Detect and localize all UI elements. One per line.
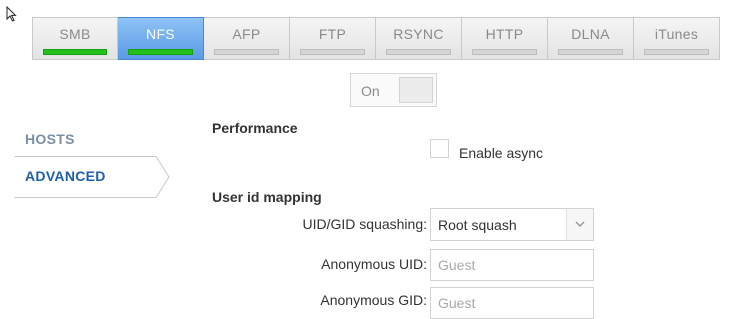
tab-label: FTP [318,26,347,42]
enable-async-label[interactable]: Enable async [459,145,543,161]
tab-label: AFP [232,26,261,42]
tab-afp[interactable]: AFP [204,17,290,60]
sidebar-item-hosts[interactable]: HOSTS [25,131,75,147]
uid-gid-squashing-label: UID/GID squashing: [302,216,428,232]
tab-label: RSYNC [393,26,444,42]
sidebar-item-label: ADVANCED [25,168,106,184]
status-indicator [644,49,709,55]
chevron-down-icon [575,221,585,228]
tab-label: SMB [59,26,91,42]
protocol-tabs: SMB NFS AFP FTP RSYNC HTTP DLNA iTunes [32,17,720,60]
tab-rsync[interactable]: RSYNC [376,17,462,60]
tab-label: NFS [146,26,175,42]
user-id-mapping-heading: User id mapping [212,189,322,205]
anonymous-uid-input[interactable] [430,249,594,281]
tab-smb[interactable]: SMB [32,17,118,60]
status-indicator [558,49,623,55]
tab-itunes[interactable]: iTunes [634,17,720,60]
anonymous-uid-label: Anonymous UID: [321,256,427,272]
tab-label: HTTP [485,26,524,42]
tab-nfs[interactable]: NFS [118,17,204,60]
service-toggle[interactable]: On [350,73,437,107]
status-indicator [128,49,193,55]
tab-label: DLNA [571,26,610,42]
status-indicator [43,49,107,55]
anonymous-gid-input[interactable] [430,287,594,319]
status-indicator [386,49,451,55]
status-indicator [214,49,279,55]
tab-http[interactable]: HTTP [462,17,548,60]
tab-ftp[interactable]: FTP [290,17,376,60]
select-dropdown-button[interactable] [566,209,593,240]
enable-async-checkbox[interactable] [430,139,449,158]
status-indicator [300,49,365,55]
status-indicator [472,49,537,55]
anonymous-gid-label: Anonymous GID: [320,292,427,308]
mouse-pointer-icon [6,6,17,22]
toggle-knob[interactable] [399,77,433,103]
tab-label: iTunes [654,26,699,42]
select-value: Root squash [438,217,517,233]
sidebar-item-advanced[interactable]: ADVANCED [14,156,174,198]
performance-heading: Performance [212,120,298,136]
uid-gid-squashing-select[interactable]: Root squash [430,208,594,241]
tab-dlna[interactable]: DLNA [548,17,634,60]
toggle-label: On [361,83,380,99]
